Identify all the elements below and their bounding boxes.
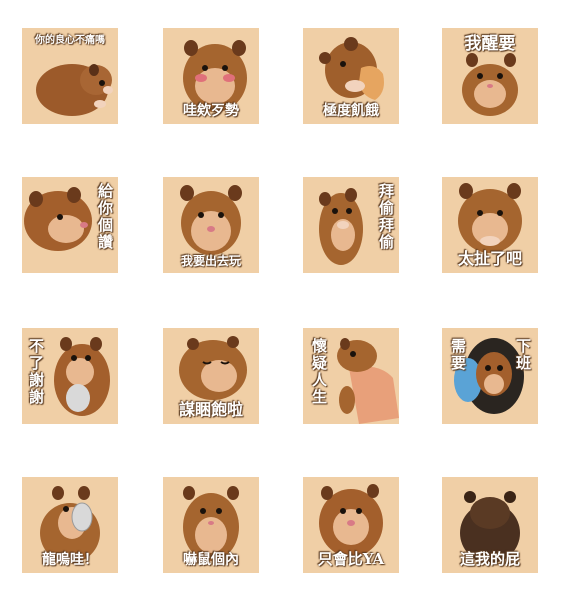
sticker-tile[interactable]: 極度飢餓 bbox=[303, 28, 399, 124]
sticker-tile[interactable]: 不了謝謝 bbox=[22, 328, 118, 424]
sticker-caption: 太扯了吧 bbox=[457, 249, 522, 268]
sticker-tile[interactable]: 龍嗚哇！ bbox=[22, 477, 118, 573]
sticker-caption: 嚇鼠個內 bbox=[183, 552, 239, 568]
sticker-tile[interactable]: 給你個讚 bbox=[22, 177, 118, 273]
sticker-caption: 懷疑人生 bbox=[310, 338, 328, 406]
sticker-caption: 這我的屁 bbox=[459, 550, 520, 568]
sticker-tile[interactable]: 你的良心不痛嗎 bbox=[22, 28, 118, 124]
sticker-caption: 極度飢餓 bbox=[323, 103, 379, 119]
sticker-tile[interactable]: 我醒要 bbox=[442, 28, 538, 124]
sticker-caption: 你的良心不痛嗎 bbox=[35, 35, 105, 46]
sticker-caption: 哇欸歹勢 bbox=[183, 103, 239, 119]
sticker-tile[interactable]: 哇欸歹勢 bbox=[163, 28, 259, 124]
sticker-tile[interactable]: 只會比YA bbox=[303, 477, 399, 573]
sticker-tile[interactable]: 我要出去玩 bbox=[163, 177, 259, 273]
sticker-caption: 不了謝謝 bbox=[27, 338, 45, 406]
sticker-tile[interactable]: 嚇鼠個內 bbox=[163, 477, 259, 573]
sticker-grid: 你的良心不痛嗎 哇欸歹勢 極度飢餓 我醒要 給你個讚 我要出去玩 拜偷拜偷 太扯… bbox=[0, 0, 562, 600]
sticker-tile[interactable]: 需要 下班 bbox=[442, 328, 538, 424]
sticker-tile[interactable]: 這我的屁 bbox=[442, 477, 538, 573]
sticker-caption: 我醒要 bbox=[464, 34, 516, 54]
sticker-tile[interactable]: 拜偷拜偷 bbox=[303, 177, 399, 273]
sticker-tile[interactable]: 懷疑人生 bbox=[303, 328, 399, 424]
sticker-caption: 給你個讚 bbox=[96, 183, 114, 251]
sticker-caption: 龍嗚哇！ bbox=[42, 552, 98, 568]
sticker-tile[interactable]: 謀睏飽啦 bbox=[163, 328, 259, 424]
sticker-tile[interactable]: 太扯了吧 bbox=[442, 177, 538, 273]
sticker-caption: 只會比YA bbox=[317, 550, 385, 568]
sticker-caption: 謀睏飽啦 bbox=[178, 400, 243, 419]
sticker-caption-b: 下班 bbox=[514, 338, 532, 372]
sticker-caption: 我要出去玩 bbox=[180, 254, 241, 268]
sticker-caption-a: 需要 bbox=[449, 338, 467, 372]
sticker-caption: 拜偷拜偷 bbox=[377, 183, 395, 251]
